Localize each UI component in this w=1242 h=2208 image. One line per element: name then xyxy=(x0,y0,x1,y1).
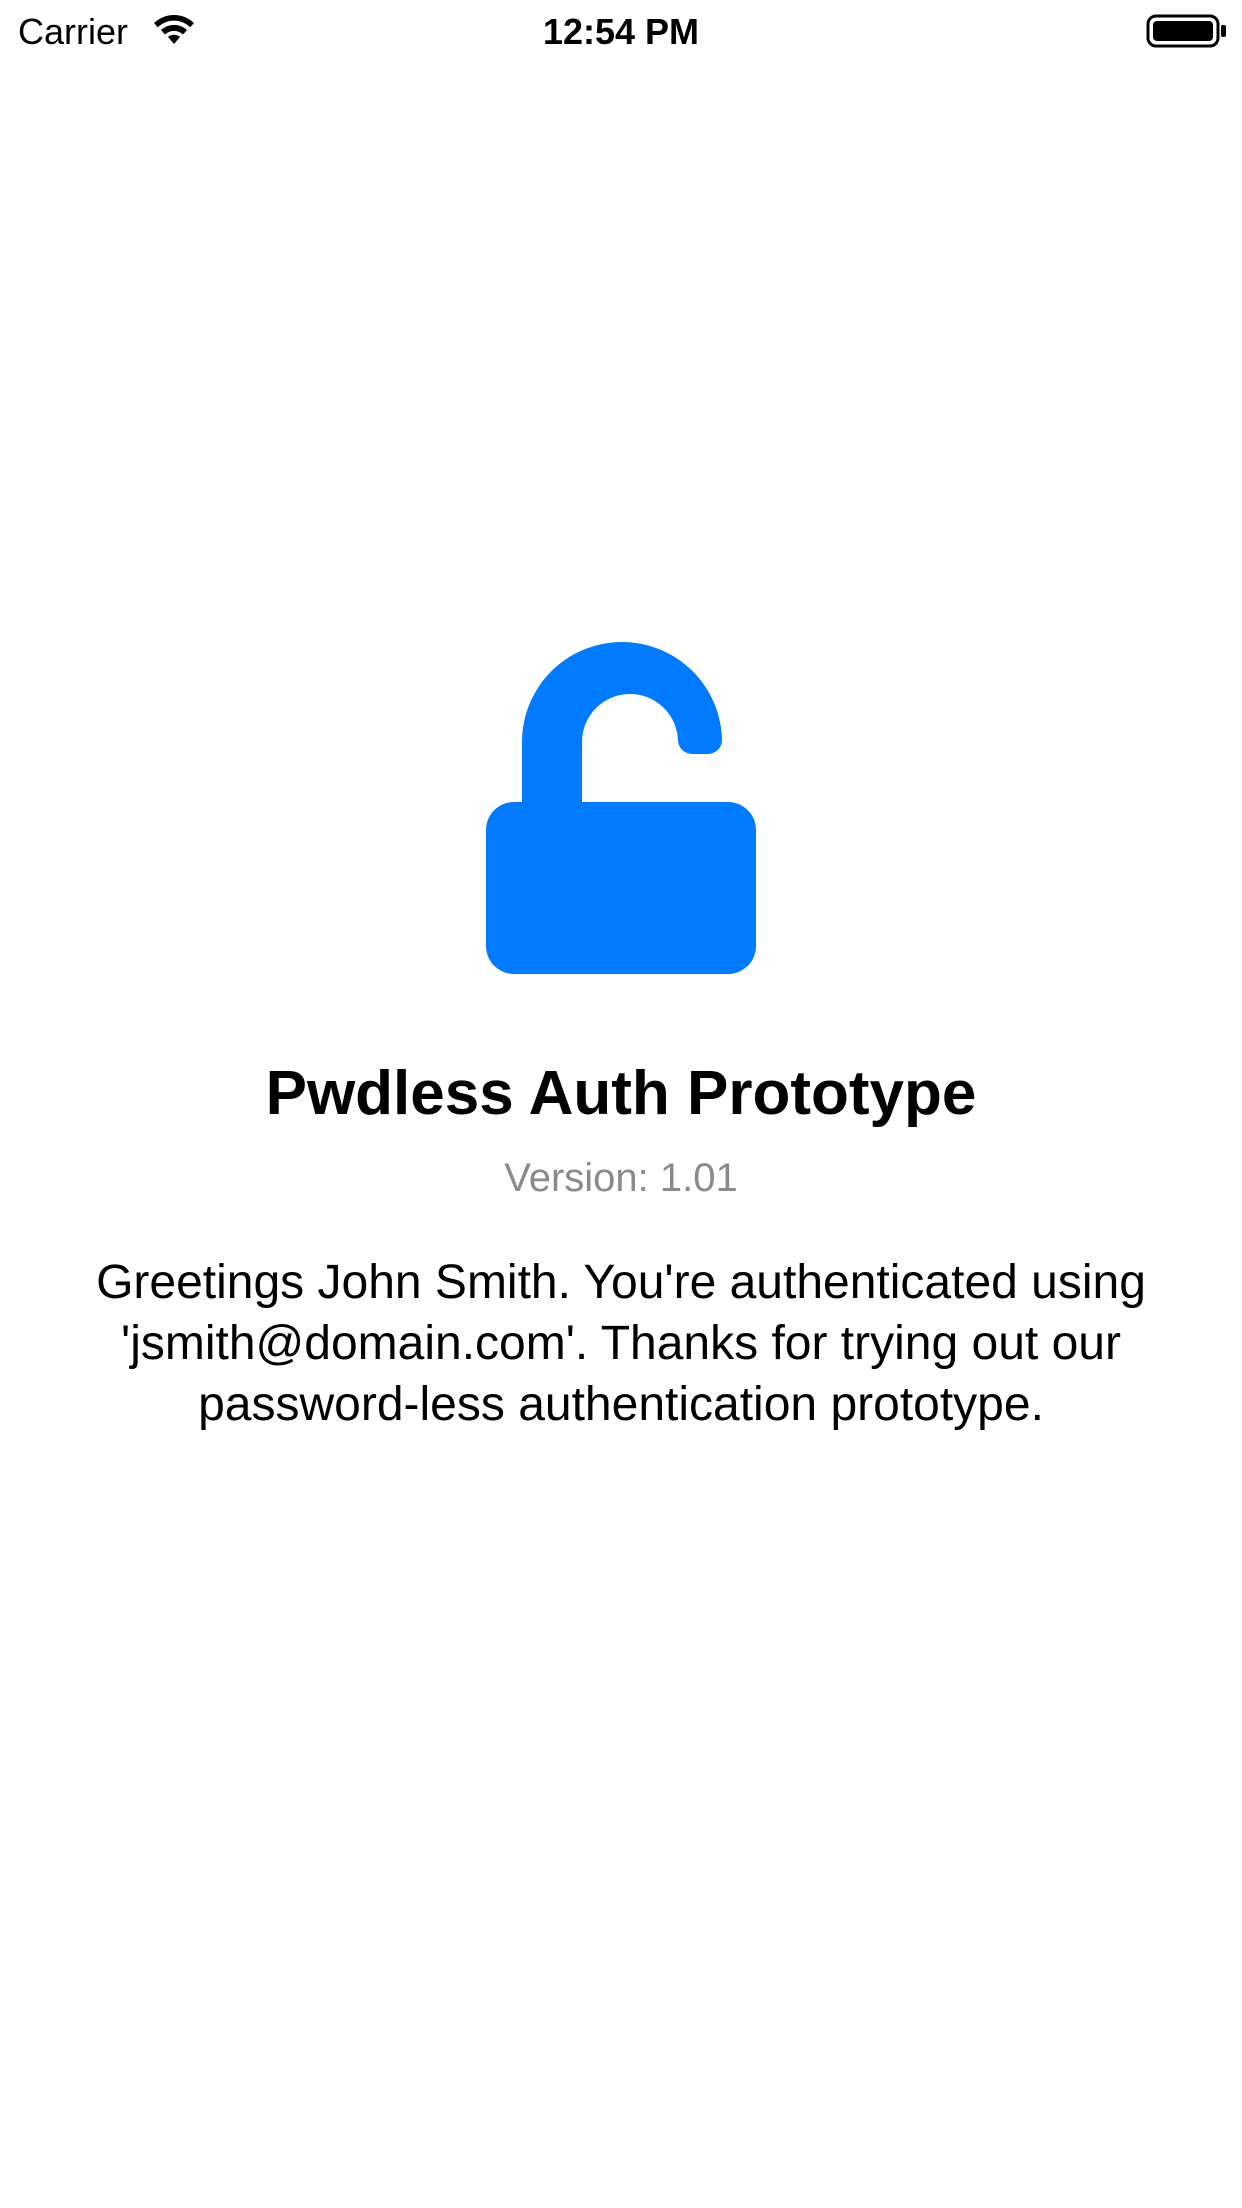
version-label: Version: 1.01 xyxy=(504,1156,738,1200)
page-title: Pwdless Auth Prototype xyxy=(265,1059,977,1128)
status-bar: Carrier 12:54 PM xyxy=(0,0,1242,60)
greeting-message: Greetings John Smith. You're authenticat… xyxy=(96,1256,1146,1431)
unlocked-padlock-icon xyxy=(486,642,756,974)
status-time: 12:54 PM xyxy=(542,11,700,52)
battery-full-icon xyxy=(1146,14,1226,48)
